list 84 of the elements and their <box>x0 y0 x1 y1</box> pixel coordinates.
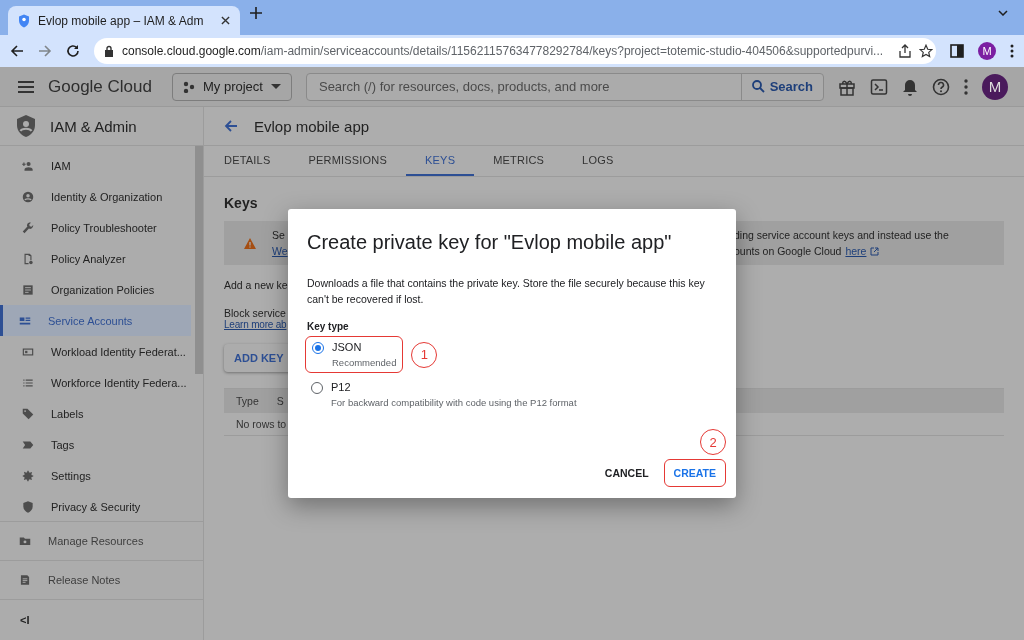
notes-icon <box>18 573 32 587</box>
radio-option[interactable]: JSON Recommended <box>305 336 404 373</box>
user-avatar[interactable]: M <box>982 73 1008 100</box>
share-icon[interactable] <box>899 44 912 58</box>
search-icon <box>751 80 765 93</box>
learn-more-link[interactable]: Learn more ab <box>224 319 287 330</box>
banner-link[interactable]: here <box>845 245 867 257</box>
menu-icon[interactable] <box>18 80 34 93</box>
column-header: S <box>276 395 284 407</box>
settings-icon <box>21 468 35 483</box>
sidebar-icon[interactable] <box>950 44 964 58</box>
back-arrow-icon[interactable] <box>224 119 238 133</box>
document-icon <box>21 282 35 297</box>
tab[interactable]: PERMISSIONS <box>289 146 407 176</box>
body-text: Add a new ke <box>224 279 288 291</box>
browser-tab[interactable]: Evlop mobile app – IAM & Adm <box>8 6 240 35</box>
new-tab-icon[interactable] <box>250 7 262 19</box>
create-button[interactable]: CREATE <box>663 459 726 487</box>
more-icon[interactable] <box>1010 44 1014 58</box>
sidebar-item[interactable]: Settings <box>0 460 191 491</box>
sidebar-link[interactable]: Release Notes <box>0 560 203 599</box>
banner-text: Se <box>272 229 286 241</box>
dialog-title: Create private key for "Evlop mobile app" <box>307 230 673 255</box>
page-title: Evlop mobile app <box>254 117 370 135</box>
tag-icon <box>21 406 35 421</box>
external-link-icon <box>870 246 880 256</box>
close-icon[interactable] <box>221 16 230 25</box>
search-button[interactable]: Search <box>740 73 823 100</box>
sidebar-item[interactable]: Identity & Organization <box>0 181 191 212</box>
chevron-down-icon[interactable] <box>998 10 1008 16</box>
star-icon[interactable] <box>919 44 934 58</box>
tab[interactable]: LOGS <box>563 146 633 176</box>
sidebar-item[interactable]: Workload Identity Federat... <box>0 336 191 367</box>
sidebar-item[interactable]: Privacy & Security <box>0 491 191 521</box>
back-icon[interactable] <box>10 44 24 58</box>
more-icon[interactable] <box>964 78 968 95</box>
dots-icon <box>183 80 195 93</box>
url-text: console.cloud.google.com/iam-admin/serviceaccounts/details/115621157634778292784/keys?project=totemic-studio-404506&supportedpurvi... <box>122 44 884 58</box>
radio-option[interactable]: P12 For backward compatibility with code using the P12 format <box>305 377 583 412</box>
sidebar-item[interactable]: Labels <box>0 398 191 429</box>
search-field[interactable]: Search (/) for resources, docs, products, and more Search <box>305 72 824 101</box>
wrench-icon <box>21 220 35 235</box>
shield-icon <box>18 13 30 28</box>
reload-icon[interactable] <box>66 44 80 58</box>
tab-title: Evlop mobile app – IAM & Adm <box>38 13 205 28</box>
tab[interactable]: KEYS <box>406 146 475 176</box>
cancel-button[interactable]: CANCEL <box>595 459 658 487</box>
option-label: JSON <box>332 341 363 353</box>
sidebar-item[interactable]: Tags <box>0 429 191 460</box>
scrollbar[interactable] <box>195 146 203 374</box>
option-label: P12 <box>331 381 352 393</box>
sidebar-item[interactable]: Workforce Identity Federa... <box>0 367 191 398</box>
body-text: Block service <box>224 307 286 319</box>
tab[interactable]: METRICS <box>474 146 564 176</box>
sidebar-item[interactable]: Policy Troubleshooter <box>0 212 191 243</box>
sidebar-link[interactable]: Manage Resources <box>0 521 203 560</box>
profile-avatar[interactable]: M <box>978 42 996 60</box>
address-bar[interactable]: console.cloud.google.com/iam-admin/serviceaccounts/details/115621157634778292784/keys?project=totemic-studio-404506&supportedpurvi... <box>94 38 936 64</box>
shield-icon <box>16 115 36 137</box>
caret-icon <box>270 84 281 89</box>
empty-table-text: No rows to <box>236 418 287 430</box>
dialog-description: Downloads a file that contains the private key. Store the file securely because this key can't be recovered if lost. <box>307 276 706 307</box>
shield-icon <box>21 499 35 514</box>
option-hint: For backward compatibility with code using the P12 format <box>331 397 577 408</box>
field-label: Key type <box>307 321 350 332</box>
column-header: Type <box>236 395 259 407</box>
annotation-number: 1 <box>411 341 438 368</box>
help-icon[interactable] <box>932 77 950 96</box>
warning-icon <box>244 237 256 249</box>
bell-icon[interactable] <box>902 77 918 96</box>
terminal-icon[interactable] <box>870 77 888 96</box>
annotation-number: 2 <box>700 429 726 455</box>
forward-icon[interactable] <box>38 44 52 58</box>
sidebar-item[interactable]: Policy Analyzer <box>0 243 191 274</box>
collapse-button[interactable]: <I <box>20 614 30 626</box>
tab[interactable]: DETAILS <box>224 146 290 176</box>
sidebar-title: IAM & Admin <box>50 117 137 135</box>
sidebar-item[interactable]: Organization Policies <box>0 274 191 305</box>
sidebar-item[interactable]: IAM <box>0 150 191 181</box>
section-heading: Keys <box>224 195 259 211</box>
project-picker[interactable]: My project <box>172 72 292 101</box>
account-icon <box>21 189 35 204</box>
option-hint: Recommended <box>332 357 397 368</box>
lock-icon <box>104 45 114 57</box>
